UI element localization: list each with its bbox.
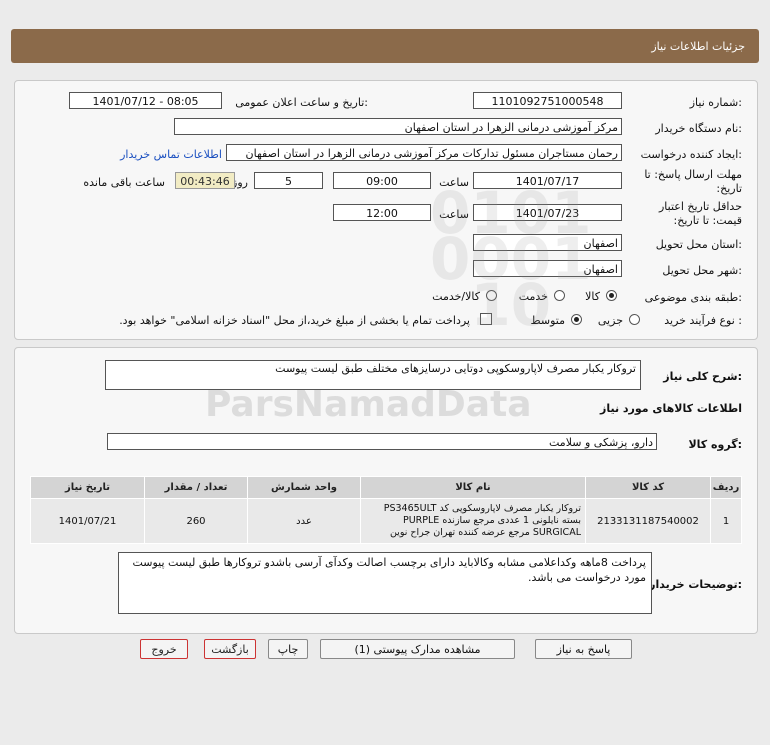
col-header-date: تاریخ نیاز: [30, 476, 145, 499]
remaining-timer: 00:43:46: [175, 172, 235, 189]
watermark-logo-text: 0101 0001 10: [430, 179, 592, 339]
validity-label: حداقل تاریخ اعتبار قیمت: تا تاریخ:: [658, 200, 742, 227]
cell-qty: 260: [144, 498, 248, 544]
city-label: شهر محل تحویل:: [662, 264, 742, 277]
goods-group-field: دارو، پزشکی و سلامت: [107, 433, 657, 450]
table-header-row: ردیف کد کالا نام کالا واحد شمارش تعداد /…: [30, 476, 742, 499]
announce-label: تاریخ و ساعت اعلان عمومی:: [235, 96, 368, 109]
requester-field: رحمان مستاجران مسئول تداركات مرکز آموزشی…: [226, 144, 622, 161]
summary-label: شرح کلی نیاز:: [663, 370, 742, 383]
buyer-notes-label: توضیحات خریدار:: [649, 578, 742, 591]
cell-name: تروکار یکبار مصرف لاپاروسکوپی کد PS3465U…: [360, 498, 586, 544]
back-button[interactable]: بازگشت: [204, 639, 256, 659]
exit-button[interactable]: خروج: [140, 639, 188, 659]
announce-field: 1401/07/12 - 08:05: [69, 92, 222, 109]
col-header-qty: تعداد / مقدار: [144, 476, 248, 499]
table-row[interactable]: 1 2133131187540002 تروکار یکبار مصرف لاپ…: [30, 498, 742, 544]
province-label: استان محل تحویل:: [655, 238, 742, 251]
goods-group-label: گروه کالا:: [688, 438, 742, 451]
process-label: نوع فرآیند خرید :: [664, 314, 742, 327]
page-title-bar: جزئیات اطلاعات نیاز: [11, 29, 759, 63]
page-title: جزئیات اطلاعات نیاز: [651, 40, 745, 53]
days-field: 5: [254, 172, 323, 189]
reply-button[interactable]: پاسخ به نیاز: [535, 639, 632, 659]
buyer-org-label: نام دستگاه خریدار:: [655, 122, 742, 135]
process-option-minor: جزیی: [597, 314, 623, 327]
col-header-row-no: ردیف: [710, 476, 742, 499]
print-button[interactable]: چاپ: [268, 639, 308, 659]
buyer-org-field: مرکز آموزشی درمانی الزهرا در استان اصفها…: [174, 118, 622, 135]
col-header-name: نام کالا: [360, 476, 586, 499]
remaining-label: ساعت باقی مانده: [83, 176, 165, 189]
goods-info-title: اطلاعات کالاهای مورد نیاز: [600, 402, 742, 415]
cell-code: 2133131187540002: [585, 498, 711, 544]
summary-field: تروکار یکبار مصرف لاپاروسکوپی دوتایی درس…: [105, 360, 641, 390]
category-label: طبقه بندی موضوعی:: [644, 291, 742, 304]
cell-unit: عدد: [247, 498, 361, 544]
watermark-text: ParsNamadData: [205, 384, 532, 425]
deadline-label: مهلت ارسال پاسخ: تا تاریخ:: [644, 168, 742, 195]
category-radio-goods[interactable]: [606, 290, 617, 301]
need-number-field: 1101092751000548: [473, 92, 622, 109]
validity-time-field: 12:00: [333, 204, 431, 221]
deadline-time-field: 09:00: [333, 172, 431, 189]
payment-note: پرداخت تمام یا بخشی از مبلغ خرید،از محل …: [119, 314, 470, 327]
cell-date: 1401/07/21: [30, 498, 145, 544]
need-number-label: شماره نیاز:: [689, 96, 742, 109]
col-header-code: کد کالا: [585, 476, 711, 499]
col-header-unit: واحد شمارش: [247, 476, 361, 499]
buyer-notes-field: پرداخت 8ماهه وکداعلامی مشابه وکالاباید د…: [118, 552, 652, 614]
attachments-button[interactable]: مشاهده مدارک پیوستی (1): [320, 639, 515, 659]
process-radio-minor[interactable]: [629, 314, 640, 325]
goods-table: ردیف کد کالا نام کالا واحد شمارش تعداد /…: [30, 476, 742, 544]
requester-label: ایجاد کننده درخواست:: [640, 148, 742, 161]
buyer-contact-link[interactable]: اطلاعات تماس خریدار: [120, 148, 222, 161]
cell-row-no: 1: [710, 498, 742, 544]
